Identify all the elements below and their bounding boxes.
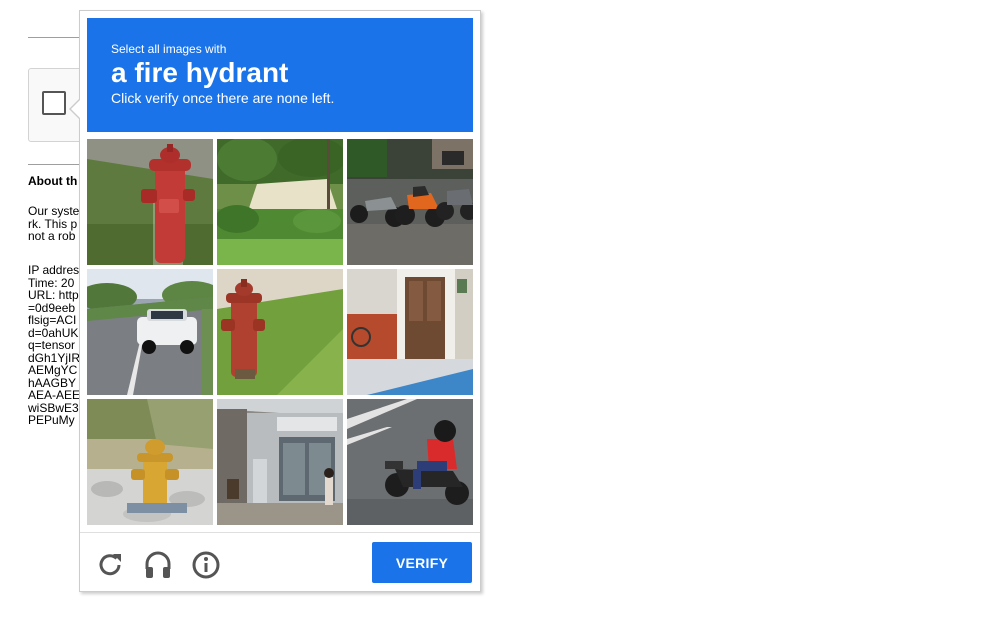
text-line: AEMgYC (28, 363, 78, 377)
text-line: URL: http (28, 288, 79, 302)
target-object: a fire hydrant (111, 57, 289, 88)
image-tile-7[interactable] (87, 399, 213, 525)
road-car-image (87, 269, 213, 395)
image-tile-6[interactable] (347, 269, 473, 395)
image-tile-3[interactable] (347, 139, 473, 265)
reload-icon[interactable] (94, 549, 126, 581)
about-title: About th (28, 175, 78, 188)
headphones-icon[interactable] (142, 549, 174, 581)
motorcycles-image (347, 139, 473, 265)
text-line: q=tensor (28, 338, 76, 352)
challenge-header: Select all images with a fire hydrant Cl… (87, 18, 473, 132)
hedge-image (217, 139, 343, 265)
image-tile-1[interactable] (87, 139, 213, 265)
verify-button[interactable]: VERIFY (372, 542, 472, 583)
image-tile-5[interactable] (217, 269, 343, 395)
footer-divider (80, 532, 480, 533)
instruction-prefix: Select all images with (111, 42, 227, 56)
building-image (347, 269, 473, 395)
station-image (217, 399, 343, 525)
about-body: Our syste rk. This p not a rob (28, 205, 82, 243)
popup-arrow-inner (71, 100, 80, 118)
fire-hydrant-image (217, 269, 343, 395)
text-line: PEPuMy (28, 413, 75, 427)
info-icon[interactable] (190, 549, 222, 581)
text-line: Our syste (28, 205, 80, 218)
motorcyclist-image (347, 399, 473, 525)
captcha-challenge-popup: Select all images with a fire hydrant Cl… (69, 10, 481, 592)
text-line: AEA-AEE (28, 388, 81, 402)
image-tile-8[interactable] (217, 399, 343, 525)
text-line: IP addres (28, 264, 80, 277)
instruction-suffix: Click verify once there are none left. (111, 90, 335, 106)
details-body: IP addres Time: 20 URL: http =0d9eeb flsig=A… (28, 264, 82, 427)
image-tile-2[interactable] (217, 139, 343, 265)
image-grid (87, 139, 473, 525)
text-line: not a rob (28, 229, 76, 243)
fire-hydrant-image (87, 139, 213, 265)
image-tile-4[interactable] (87, 269, 213, 395)
recaptcha-checkbox[interactable] (42, 91, 66, 115)
text-line: flsig=ACI (28, 313, 77, 327)
image-tile-9[interactable] (347, 399, 473, 525)
fire-hydrant-image (87, 399, 213, 525)
